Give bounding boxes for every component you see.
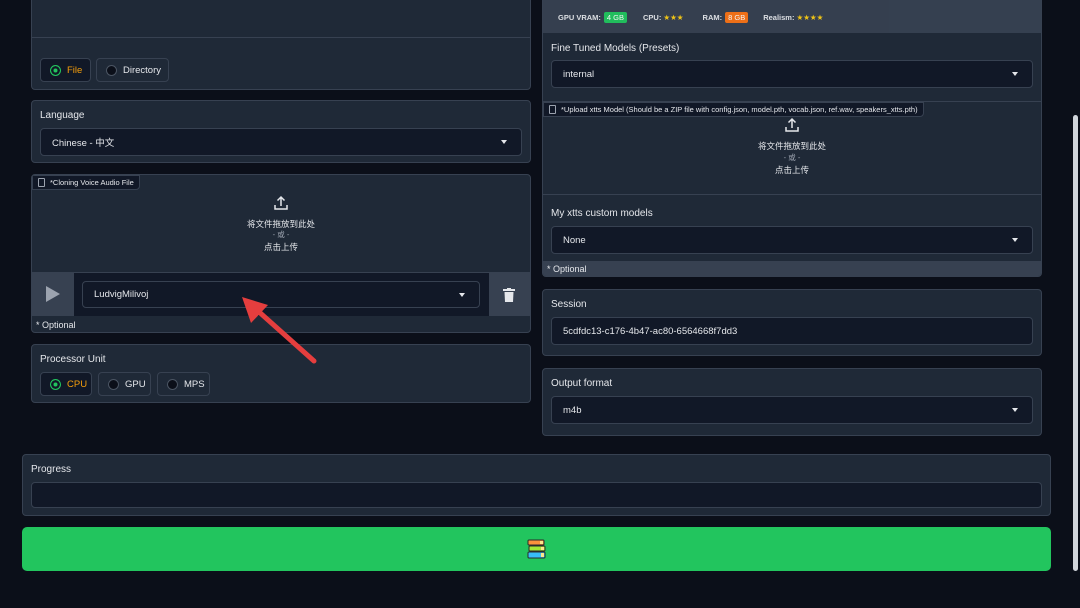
voice-upload-tag: *Cloning Voice Audio File	[32, 175, 140, 190]
radio-file[interactable]: File	[40, 58, 91, 82]
progress-field	[31, 482, 1042, 508]
session-label: Session	[551, 299, 587, 310]
cpu-label: CPU:	[643, 13, 662, 22]
custom-models-optional-bar: * Optional	[543, 261, 1041, 276]
radio-dot-gpu	[108, 378, 119, 390]
xtts-click-text: 点击上传	[774, 165, 809, 175]
custom-models-value: None	[563, 234, 586, 246]
file-icon	[38, 178, 45, 187]
session-input[interactable]: 5cdfdc13-c176-4b47-ac80-6564668f7dd3	[551, 317, 1033, 345]
gpu-vram-label: GPU VRAM:	[558, 13, 601, 22]
ram-label: RAM:	[702, 13, 723, 22]
upload-icon	[785, 117, 799, 132]
chevron-down-icon	[1012, 408, 1018, 412]
output-format-panel: Output format m4b	[542, 368, 1042, 436]
radio-mps[interactable]: MPS	[157, 372, 210, 396]
voice-dropzone[interactable]: 将文件拖放到此处 - 或 - 点击上传	[32, 191, 530, 271]
input-type-divider	[32, 37, 530, 38]
language-panel: Language Chinese - 中文	[31, 100, 531, 163]
chevron-down-icon	[1012, 72, 1018, 76]
play-button[interactable]	[32, 273, 74, 316]
radio-directory[interactable]: Directory	[96, 58, 169, 82]
gpu-vram-badge: 4 GB	[603, 12, 628, 23]
books-icon	[527, 539, 546, 559]
chevron-down-icon	[459, 292, 465, 297]
radio-label-mps: MPS	[184, 378, 205, 390]
upload-icon	[274, 195, 288, 210]
convert-button[interactable]	[22, 527, 1051, 571]
xtts-upload-tag: *Upload xtts Model (Should be a ZIP file…	[543, 102, 924, 117]
annotation-arrow	[242, 297, 317, 364]
custom-models-label: My xtts custom models	[551, 208, 653, 219]
radio-label-file: File	[67, 64, 83, 76]
output-format-dropdown[interactable]: m4b	[551, 396, 1033, 424]
radio-dot-mps	[167, 378, 178, 390]
file-icon	[549, 105, 556, 114]
chevron-down-icon	[1012, 238, 1018, 242]
radio-label-directory: Directory	[123, 64, 162, 76]
radio-gpu[interactable]: GPU	[98, 372, 151, 396]
radio-label-gpu: GPU	[125, 378, 146, 390]
session-panel: Session 5cdfdc13-c176-4b47-ac80-6564668f…	[542, 289, 1042, 356]
voice-optional-note: * Optional	[36, 320, 76, 330]
custom-models-dropdown[interactable]: None	[551, 226, 1033, 254]
processor-label: Processor Unit	[40, 354, 106, 365]
xtts-or-text: - 或 -	[783, 153, 801, 162]
fine-tuned-label: Fine Tuned Models (Presets)	[551, 43, 680, 54]
realism-label: Realism:	[763, 13, 795, 22]
model-panel: GPU VRAM: 4 GB CPU: ★★★ RAM: 8 GB Realis…	[542, 0, 1042, 277]
xtts-upload-tag-text: *Upload xtts Model (Should be a ZIP file…	[561, 105, 918, 114]
output-format-label: Output format	[551, 378, 613, 389]
radio-dot-directory	[106, 64, 117, 76]
output-format-value: m4b	[563, 404, 582, 416]
voice-click-text: 点击上传	[263, 242, 298, 252]
page-scrollbar[interactable]	[1071, 0, 1080, 608]
radio-label-cpu: CPU	[67, 378, 88, 390]
session-value: 5cdfdc13-c176-4b47-ac80-6564668f7dd3	[563, 325, 738, 337]
radio-dot-cpu	[50, 378, 61, 390]
voice-upload-tag-text: *Cloning Voice Audio File	[50, 178, 134, 187]
realism-stars: ★★★★	[796, 13, 824, 22]
info-bar: GPU VRAM: 4 GB CPU: ★★★ RAM: 8 GB Realis…	[543, 0, 1041, 33]
scrollbar-thumb[interactable]	[1073, 115, 1078, 571]
language-dropdown[interactable]: Chinese - 中文	[40, 128, 522, 156]
ram-badge: 8 GB	[725, 12, 749, 23]
xtts-drop-text: 将文件拖放到此处	[757, 141, 826, 151]
xtts-upload-area: *Upload xtts Model (Should be a ZIP file…	[543, 101, 1041, 195]
info-bar-content: GPU VRAM: 4 GB CPU: ★★★ RAM: 8 GB Realis…	[558, 12, 823, 23]
progress-panel: Progress	[22, 454, 1051, 516]
play-icon	[46, 286, 60, 302]
language-label: Language	[40, 110, 85, 121]
voice-or-text: - 或 -	[272, 230, 290, 239]
trash-icon	[503, 288, 515, 302]
chevron-down-icon	[501, 140, 507, 144]
fine-tuned-value: internal	[563, 68, 595, 80]
input-type-panel: File Directory	[31, 0, 531, 90]
language-value: Chinese - 中文	[52, 138, 115, 149]
fine-tuned-dropdown[interactable]: internal	[551, 60, 1033, 88]
voice-value: LudvigMilivoj	[94, 289, 149, 300]
xtts-dropzone[interactable]: 将文件拖放到此处 - 或 - 点击上传	[543, 117, 1041, 194]
custom-models-optional-note: * Optional	[547, 264, 587, 274]
radio-dot-file	[50, 64, 61, 76]
delete-button[interactable]	[489, 273, 530, 316]
cpu-stars: ★★★	[663, 13, 684, 22]
radio-cpu[interactable]: CPU	[40, 372, 92, 396]
progress-label: Progress	[31, 464, 72, 475]
